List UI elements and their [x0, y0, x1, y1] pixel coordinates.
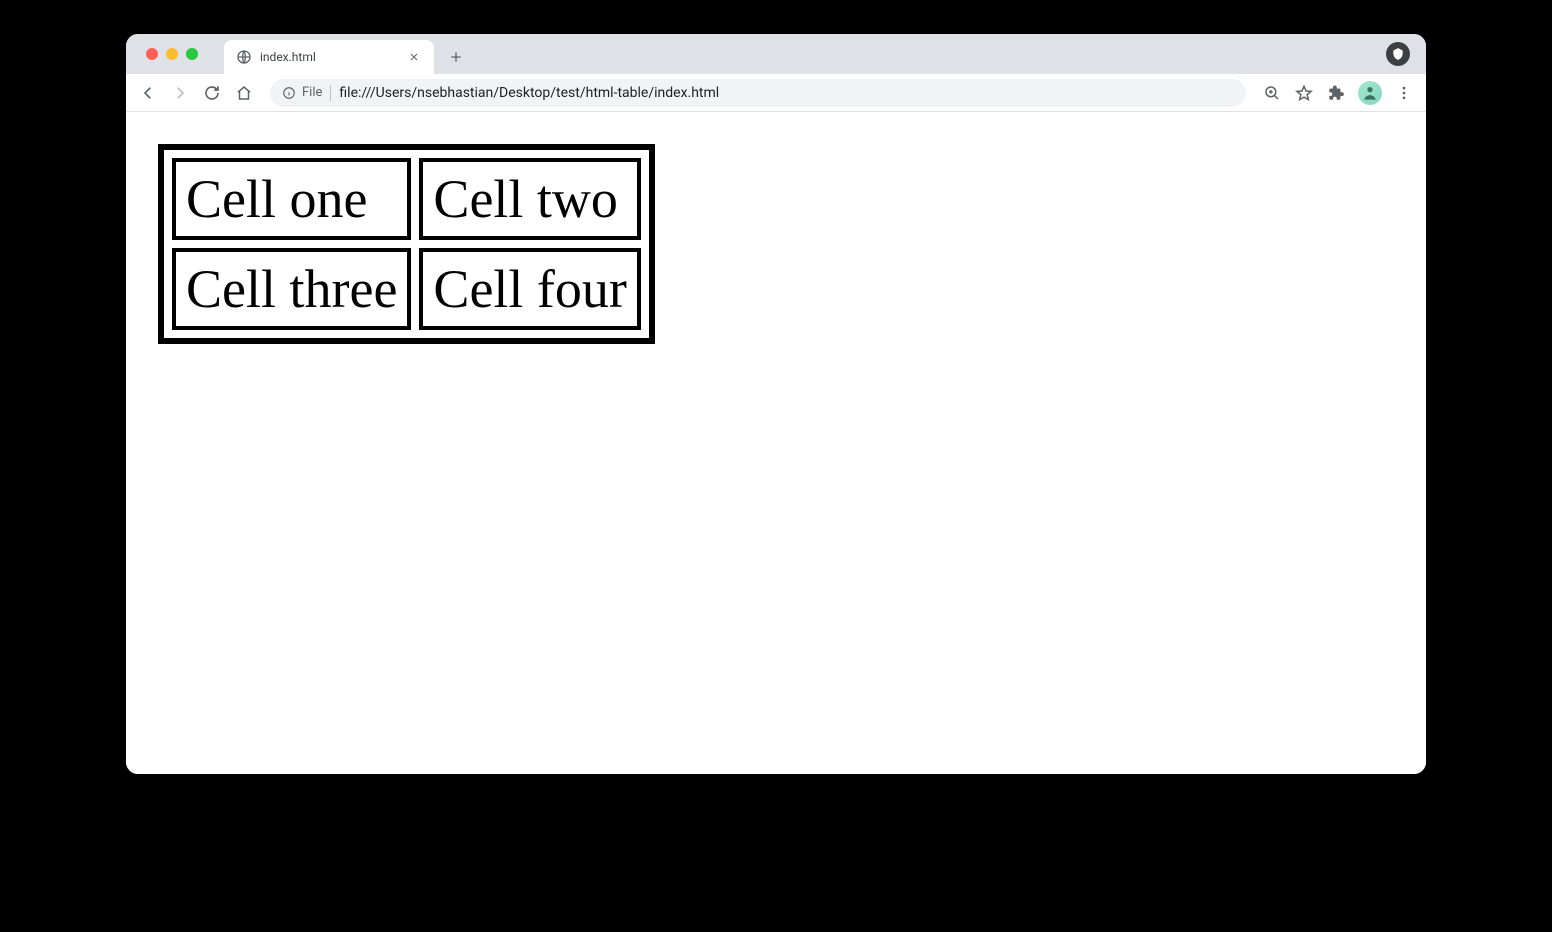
table-row: Cell one Cell two [172, 158, 641, 240]
extensions-button[interactable] [1322, 79, 1350, 107]
divider [330, 85, 331, 101]
reload-button[interactable] [198, 79, 226, 107]
browser-window: index.html [126, 34, 1426, 774]
bookmark-button[interactable] [1290, 79, 1318, 107]
close-icon[interactable] [406, 49, 422, 65]
site-info-button[interactable]: File [282, 85, 322, 100]
browser-tab[interactable]: index.html [224, 40, 434, 74]
toolbar-right [1258, 79, 1418, 107]
page-content: Cell one Cell two Cell three Cell four [126, 112, 1426, 774]
browser-tab-bar: index.html [126, 34, 1426, 74]
globe-icon [236, 49, 252, 65]
forward-button[interactable] [166, 79, 194, 107]
new-tab-button[interactable] [442, 43, 470, 71]
tab-title: index.html [260, 50, 398, 64]
window-close-button[interactable] [146, 48, 158, 60]
url-scheme-label: File [302, 85, 322, 100]
table-row: Cell three Cell four [172, 248, 641, 330]
table-cell: Cell two [419, 158, 640, 240]
table-cell: Cell three [172, 248, 411, 330]
menu-button[interactable] [1390, 79, 1418, 107]
back-button[interactable] [134, 79, 162, 107]
home-button[interactable] [230, 79, 258, 107]
window-minimize-button[interactable] [166, 48, 178, 60]
avatar[interactable] [1358, 81, 1382, 105]
profile-badge[interactable] [1386, 42, 1410, 66]
browser-toolbar: File file:///Users/nsebhastian/Desktop/t… [126, 74, 1426, 112]
table-cell: Cell one [172, 158, 411, 240]
table-cell: Cell four [419, 248, 640, 330]
demo-table: Cell one Cell two Cell three Cell four [158, 144, 655, 344]
window-controls [138, 34, 206, 74]
window-maximize-button[interactable] [186, 48, 198, 60]
address-bar[interactable]: File file:///Users/nsebhastian/Desktop/t… [270, 79, 1246, 107]
zoom-button[interactable] [1258, 79, 1286, 107]
url-text: file:///Users/nsebhastian/Desktop/test/h… [339, 85, 719, 101]
